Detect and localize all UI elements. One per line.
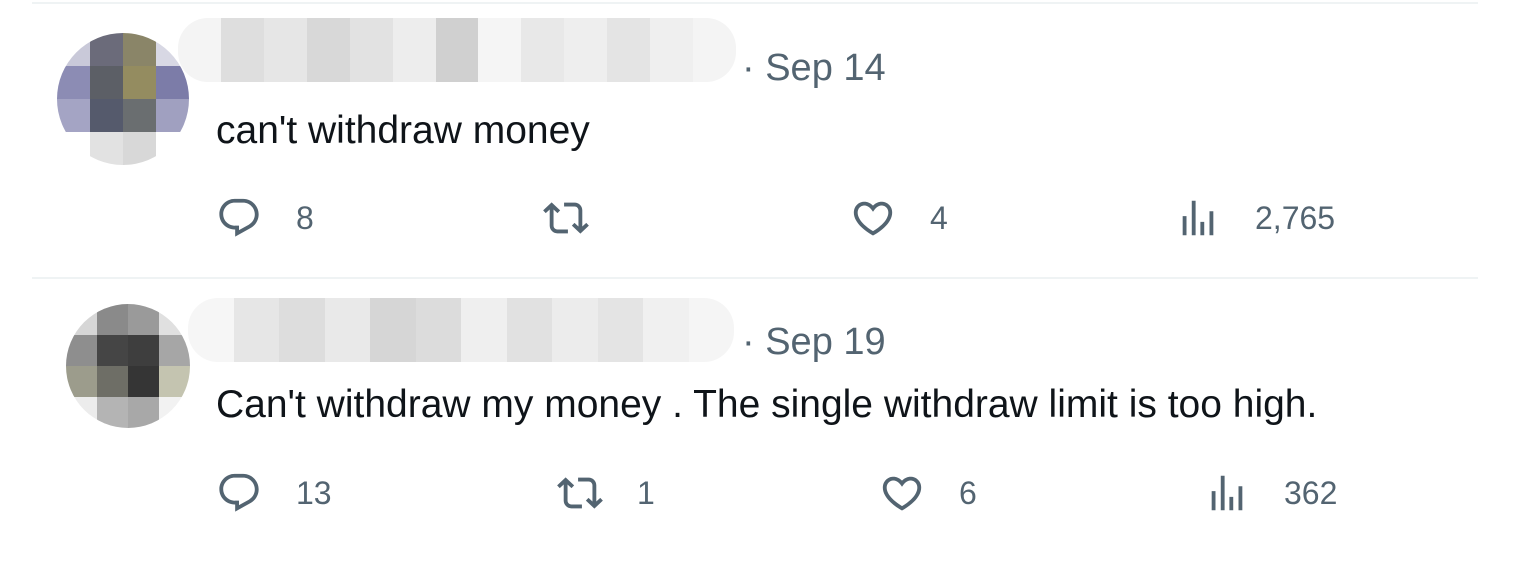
retweet-icon [557,470,603,516]
views-button[interactable]: 2,765 [1175,195,1335,241]
retweet-button[interactable] [543,195,623,241]
retweet-button[interactable]: 1 [557,470,655,516]
username-blurred[interactable] [188,298,734,362]
reply-button[interactable]: 8 [216,195,314,241]
heart-icon [850,195,896,241]
tweet-text: Can't withdraw my money . The single wit… [216,383,1318,426]
avatar[interactable] [57,33,189,165]
tweet-timestamp[interactable]: · Sep 19 [742,323,886,361]
like-count: 4 [930,200,948,236]
avatar[interactable] [66,304,190,428]
reply-icon [216,195,262,241]
like-button[interactable]: 6 [879,470,977,516]
username-blurred[interactable] [178,18,736,82]
tweet-text: can't withdraw money [216,109,590,152]
like-count: 6 [959,475,977,511]
views-icon [1175,195,1221,241]
tweet-timestamp[interactable]: · Sep 14 [742,49,886,87]
reply-icon [216,470,262,516]
retweet-icon [543,195,589,241]
top-divider [32,2,1478,4]
views-count: 2,765 [1255,200,1336,236]
reply-count: 8 [296,200,314,236]
reply-count: 13 [296,475,332,511]
views-icon [1204,470,1250,516]
views-count: 362 [1284,475,1338,511]
tweet-divider [32,277,1478,279]
heart-icon [879,470,925,516]
like-button[interactable]: 4 [850,195,948,241]
reply-button[interactable]: 13 [216,470,332,516]
views-button[interactable]: 362 [1204,470,1337,516]
retweet-count: 1 [637,475,655,511]
